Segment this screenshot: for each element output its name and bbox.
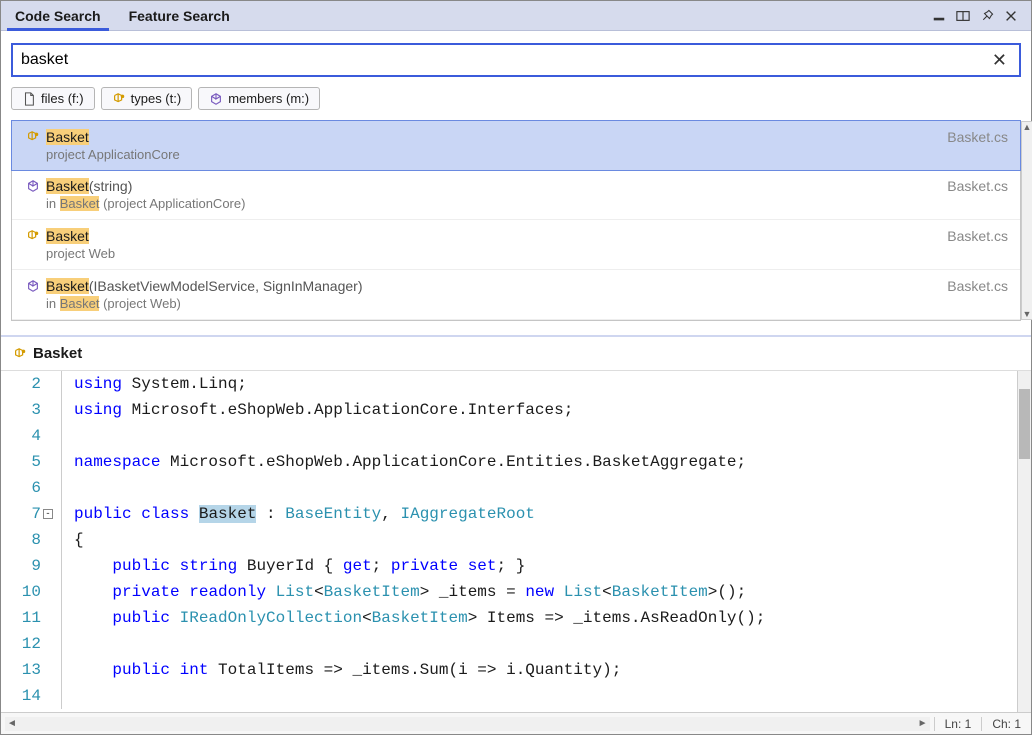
member-icon bbox=[209, 92, 223, 106]
line-number: 10 bbox=[1, 579, 41, 605]
line-number: 5 bbox=[1, 449, 41, 475]
result-name: Basket(string) bbox=[46, 178, 132, 194]
result-location: project Web bbox=[46, 246, 1008, 261]
file-icon bbox=[22, 92, 36, 106]
line-number: 4 bbox=[1, 423, 41, 449]
search-row: ✕ bbox=[1, 31, 1031, 85]
tab-code-search[interactable]: Code Search bbox=[1, 1, 115, 30]
tabs: Code Search Feature Search bbox=[1, 1, 923, 30]
filter-files[interactable]: files (f:) bbox=[11, 87, 95, 110]
result-file: Basket.cs bbox=[947, 228, 1008, 244]
result-item[interactable]: Basket Basket.cs project Web bbox=[12, 220, 1020, 270]
line-number: 13 bbox=[1, 657, 41, 683]
member-icon bbox=[26, 279, 40, 293]
result-item[interactable]: Basket(string) Basket.cs in Basket (proj… bbox=[12, 170, 1020, 220]
result-location: in Basket (project Web) bbox=[46, 296, 1008, 311]
code-line[interactable]: using Microsoft.eShopWeb.ApplicationCore… bbox=[61, 397, 1031, 423]
preview-header: Basket bbox=[1, 337, 1031, 371]
type-icon bbox=[26, 130, 40, 144]
horizontal-scrollbar[interactable]: ◄ ► bbox=[5, 717, 930, 731]
minimize-icon[interactable] bbox=[931, 8, 947, 24]
filter-label: members (m:) bbox=[228, 91, 309, 106]
search-box: ✕ bbox=[11, 43, 1021, 77]
result-location: in Basket (project ApplicationCore) bbox=[46, 196, 1008, 211]
code-line[interactable]: public IReadOnlyCollection<BasketItem> I… bbox=[61, 605, 1031, 631]
fold-toggle-icon[interactable]: - bbox=[43, 509, 53, 519]
vertical-scrollbar[interactable] bbox=[1017, 371, 1031, 712]
result-location: project ApplicationCore bbox=[46, 147, 1008, 162]
filter-label: types (t:) bbox=[131, 91, 182, 106]
code-line[interactable] bbox=[61, 631, 1031, 657]
code-line[interactable]: private readonly List<BasketItem> _items… bbox=[61, 579, 1031, 605]
preview-title: Basket bbox=[33, 345, 82, 362]
result-file: Basket.cs bbox=[947, 178, 1008, 194]
titlebar: Code Search Feature Search bbox=[1, 1, 1031, 31]
type-icon bbox=[13, 347, 27, 361]
code-line[interactable]: public string BuyerId { get; private set… bbox=[61, 553, 1031, 579]
code-line[interactable]: public class Basket : BaseEntity, IAggre… bbox=[61, 501, 1031, 527]
clear-icon[interactable]: ✕ bbox=[988, 50, 1011, 71]
close-icon[interactable] bbox=[1003, 8, 1019, 24]
code-line[interactable] bbox=[61, 475, 1031, 501]
code-editor[interactable]: 234567891011121314 using System.Linq;usi… bbox=[1, 371, 1031, 712]
line-number: 11 bbox=[1, 605, 41, 631]
line-number: 6 bbox=[1, 475, 41, 501]
filter-label: files (f:) bbox=[41, 91, 84, 106]
result-name: Basket bbox=[46, 228, 89, 244]
status-char: Ch: 1 bbox=[981, 717, 1031, 731]
gutter: 234567891011121314 bbox=[1, 371, 53, 712]
preview-pane: Basket 234567891011121314 using System.L… bbox=[1, 335, 1031, 712]
status-line: Ln: 1 bbox=[934, 717, 982, 731]
line-number: 7 bbox=[1, 501, 41, 527]
search-input[interactable] bbox=[21, 51, 988, 69]
pin-icon[interactable] bbox=[979, 8, 995, 24]
filter-row: files (f:) types (t:) members (m:) bbox=[1, 85, 1031, 120]
scroll-right-icon[interactable]: ► bbox=[916, 718, 930, 729]
result-name: Basket(IBasketViewModelService, SignInMa… bbox=[46, 278, 362, 294]
code-line[interactable] bbox=[61, 423, 1031, 449]
results-scrollbar[interactable]: ▲▼ bbox=[1021, 121, 1032, 320]
code-line[interactable]: using System.Linq; bbox=[61, 371, 1031, 397]
code-lines: using System.Linq;using Microsoft.eShopW… bbox=[53, 371, 1031, 712]
status-bar: ◄ ► Ln: 1 Ch: 1 bbox=[1, 712, 1031, 734]
line-number: 14 bbox=[1, 683, 41, 709]
scroll-thumb[interactable] bbox=[1019, 389, 1030, 459]
tab-label: Feature Search bbox=[129, 8, 230, 24]
results-list: Basket Basket.cs project ApplicationCore… bbox=[11, 120, 1021, 321]
scroll-left-icon[interactable]: ◄ bbox=[5, 718, 19, 729]
result-file: Basket.cs bbox=[947, 129, 1008, 145]
result-item[interactable]: Basket(IBasketViewModelService, SignInMa… bbox=[12, 270, 1020, 320]
result-name: Basket bbox=[46, 129, 89, 145]
line-number: 12 bbox=[1, 631, 41, 657]
window-buttons bbox=[923, 1, 1027, 30]
line-number: 3 bbox=[1, 397, 41, 423]
code-line[interactable]: namespace Microsoft.eShopWeb.Application… bbox=[61, 449, 1031, 475]
member-icon bbox=[26, 179, 40, 193]
result-file: Basket.cs bbox=[947, 278, 1008, 294]
line-number: 8 bbox=[1, 527, 41, 553]
filter-types[interactable]: types (t:) bbox=[101, 87, 193, 110]
type-icon bbox=[26, 229, 40, 243]
code-line[interactable]: public int TotalItems => _items.Sum(i =>… bbox=[61, 657, 1031, 683]
type-icon bbox=[112, 92, 126, 106]
filter-members[interactable]: members (m:) bbox=[198, 87, 320, 110]
line-number: 9 bbox=[1, 553, 41, 579]
code-line[interactable]: { bbox=[61, 527, 1031, 553]
tab-label: Code Search bbox=[15, 8, 101, 24]
split-icon[interactable] bbox=[955, 8, 971, 24]
code-line[interactable] bbox=[61, 683, 1031, 709]
result-item[interactable]: Basket Basket.cs project ApplicationCore bbox=[11, 120, 1021, 171]
line-number: 2 bbox=[1, 371, 41, 397]
tab-feature-search[interactable]: Feature Search bbox=[115, 1, 244, 30]
